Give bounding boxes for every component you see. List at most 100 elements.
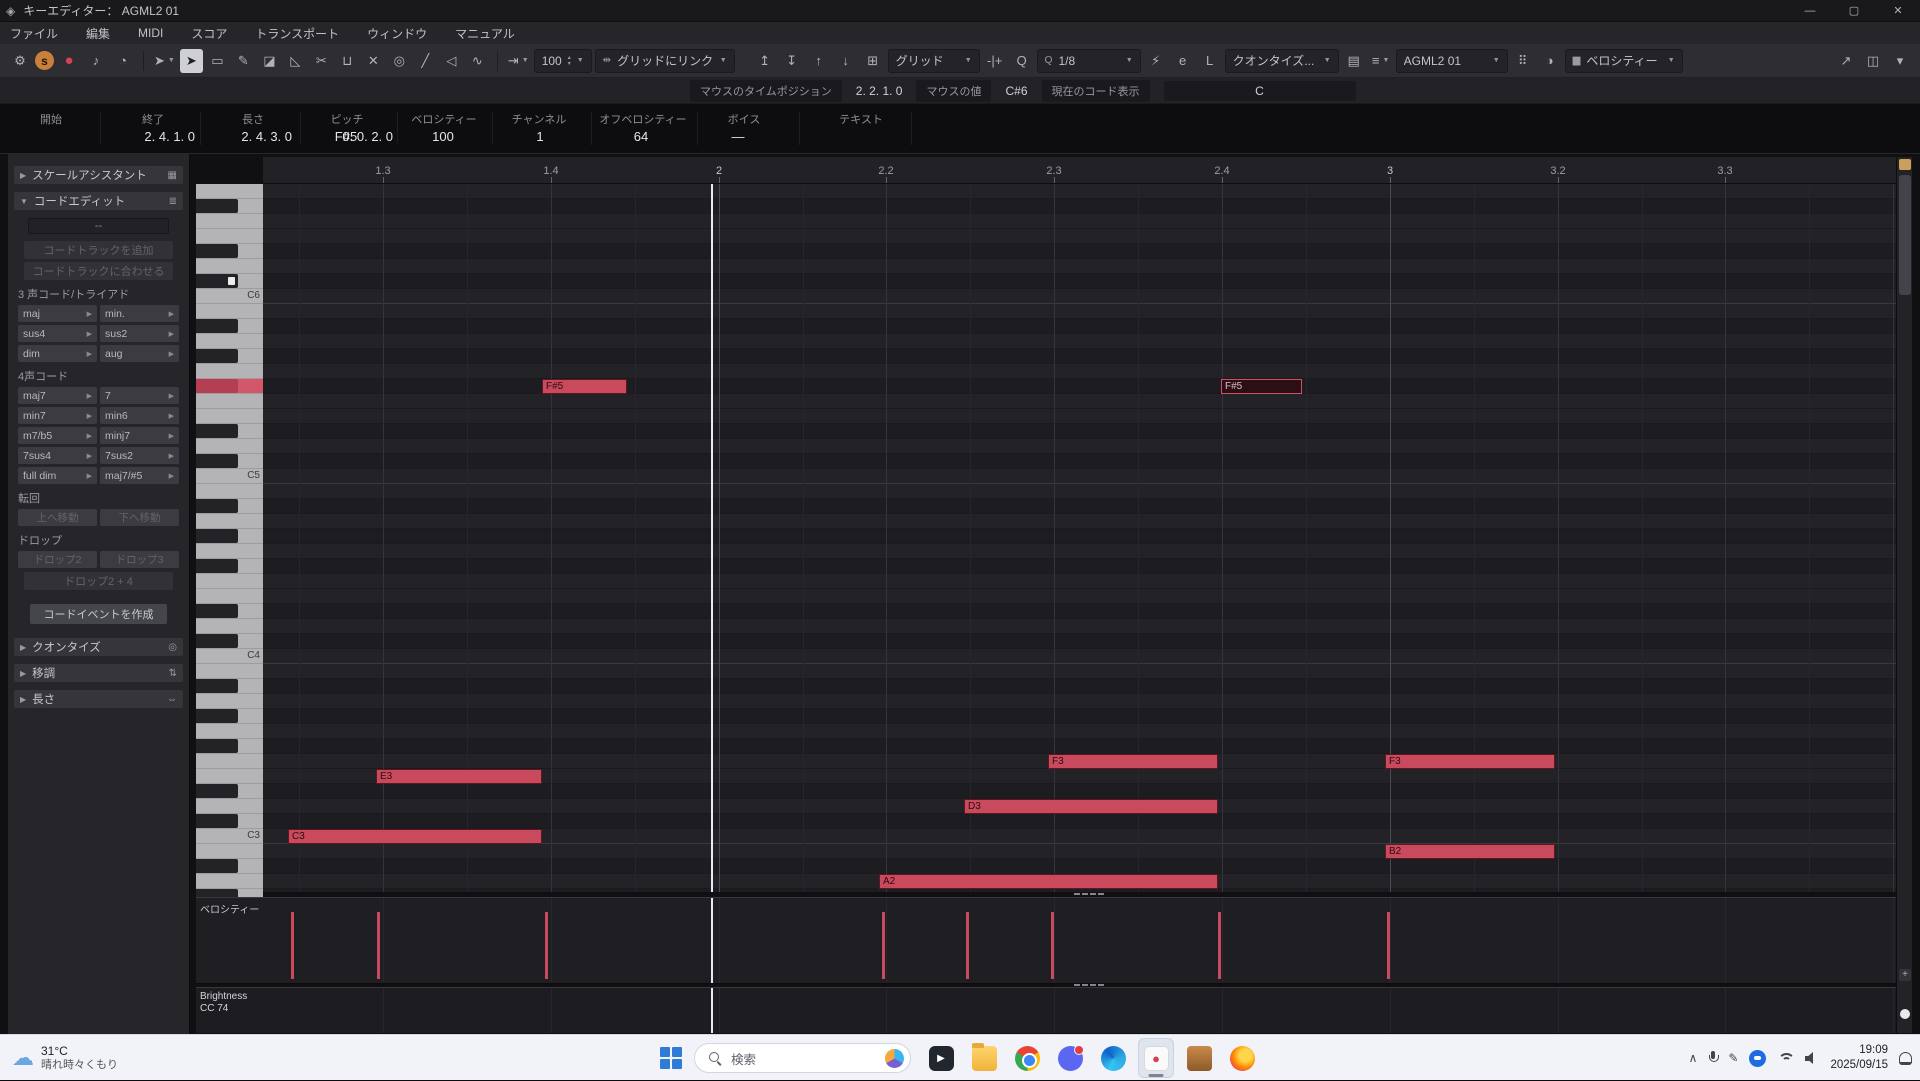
drop-button-0[interactable]: ドロップ2 bbox=[18, 551, 97, 568]
quantize-magnet-icon[interactable]: Q bbox=[1010, 49, 1034, 73]
taskbar-search[interactable]: 検索 bbox=[694, 1043, 911, 1073]
indicate-transpositions-icon[interactable]: ↗ bbox=[1834, 49, 1858, 73]
info-velocity-value[interactable]: 100 bbox=[432, 129, 454, 144]
hidden-icons-chevron[interactable]: ∧ bbox=[1689, 1051, 1698, 1065]
piano-key-c6[interactable]: C6 bbox=[196, 289, 263, 304]
tool-collapse-button[interactable]: ➤▼ bbox=[152, 49, 177, 73]
piano-key-e5[interactable] bbox=[196, 409, 263, 424]
solo-editor-button[interactable]: s bbox=[35, 51, 54, 70]
four-note-button-8[interactable]: full dim▶ bbox=[18, 467, 97, 484]
length-quantize-dropdown-caret[interactable]: ▼ bbox=[1324, 57, 1331, 64]
menu-window[interactable]: ウィンドウ bbox=[367, 25, 427, 42]
four-note-button-6[interactable]: 7sus4▶ bbox=[18, 447, 97, 464]
auto-select-controllers-icon[interactable]: ◔ bbox=[111, 49, 135, 73]
inversion-button-1[interactable]: 下へ移動 bbox=[100, 509, 179, 526]
piano-key-g5[interactable] bbox=[196, 364, 263, 379]
edit-active-part-icon-caret[interactable]: ▼ bbox=[1383, 57, 1390, 64]
erase-tool[interactable]: ◪ bbox=[258, 49, 281, 73]
info-off-velocity-value[interactable]: 64 bbox=[634, 129, 648, 144]
velocity-bar[interactable] bbox=[377, 912, 380, 979]
midi-note-c3[interactable]: C3 bbox=[288, 829, 542, 844]
piano-key-a5[interactable] bbox=[196, 334, 263, 349]
playback-tool[interactable]: ◁ bbox=[440, 49, 463, 73]
piano-key-c4[interactable]: C4 bbox=[196, 649, 263, 664]
autoscroll-icon[interactable]: ⇥▼ bbox=[506, 49, 531, 73]
menu-score[interactable]: スコア bbox=[191, 25, 227, 42]
info-pitch-value[interactable]: F#5 bbox=[335, 129, 357, 144]
move-up-button[interactable]: ↥ bbox=[753, 49, 777, 73]
grid-link-dropdown-caret[interactable]: ▼ bbox=[720, 57, 727, 64]
menu-file[interactable]: ファイル bbox=[10, 25, 58, 42]
piano-key-a2[interactable] bbox=[196, 874, 263, 889]
piano-key-d5[interactable] bbox=[196, 439, 263, 454]
event-colors-dropdown-caret[interactable]: ▼ bbox=[1668, 57, 1675, 64]
piano-key-gs5[interactable] bbox=[196, 349, 263, 364]
info-voice-value[interactable]: — bbox=[732, 129, 745, 144]
show-part-borders-icon[interactable]: ▤ bbox=[1342, 49, 1366, 73]
midi-note-f3[interactable]: F3 bbox=[1385, 754, 1555, 769]
piano-key-g6[interactable] bbox=[196, 184, 263, 199]
vertical-zoom-button[interactable]: + bbox=[1899, 969, 1911, 981]
midi-note-a2[interactable]: A2 bbox=[879, 874, 1218, 889]
piano-key-f3[interactable] bbox=[196, 754, 263, 769]
piano-key-gs3[interactable] bbox=[196, 709, 263, 724]
triad-button-0[interactable]: maj▶ bbox=[18, 305, 97, 322]
velocity-bar[interactable] bbox=[545, 912, 548, 979]
taskbar-app-file-explorer[interactable] bbox=[966, 1038, 1002, 1078]
taskbar-app-edge[interactable] bbox=[1095, 1038, 1131, 1078]
trim-tool[interactable]: ◺ bbox=[284, 49, 307, 73]
menu-transport[interactable]: トランスポート bbox=[255, 25, 339, 42]
autoscroll-icon-caret[interactable]: ▼ bbox=[522, 57, 529, 64]
glue-tool[interactable]: ⊔ bbox=[336, 49, 359, 73]
midi-note-b2[interactable]: B2 bbox=[1385, 844, 1555, 859]
mute-tool[interactable]: ✕ bbox=[362, 49, 385, 73]
transpose-down-button[interactable]: ↓ bbox=[834, 49, 858, 73]
insert-velocity-spinner[interactable]: 100▴▾▼ bbox=[534, 49, 592, 73]
maximize-button[interactable]: ▢ bbox=[1832, 0, 1876, 22]
piano-key-fs4[interactable] bbox=[196, 559, 263, 574]
part-select-dropdown-caret[interactable]: ▼ bbox=[1493, 57, 1500, 64]
piano-key-fs6[interactable] bbox=[196, 199, 263, 214]
step-input-icon[interactable]: ⠿ bbox=[1511, 49, 1535, 73]
section-length[interactable]: ▶ 長さ ⇔ bbox=[14, 690, 183, 708]
velocity-bar[interactable] bbox=[1051, 912, 1054, 979]
split-tool[interactable]: ✂ bbox=[310, 49, 333, 73]
piano-key-f6[interactable] bbox=[196, 214, 263, 229]
velocity-bar[interactable] bbox=[1387, 912, 1390, 979]
network-icon[interactable] bbox=[1777, 1052, 1794, 1064]
iterative-quantize-icon[interactable]: ⚡ bbox=[1144, 49, 1168, 73]
record-midi-button[interactable]: ● bbox=[57, 49, 81, 73]
piano-key-f5[interactable] bbox=[196, 394, 263, 409]
zoom-tool[interactable]: ◎ bbox=[388, 49, 411, 73]
scrollbar-thumb[interactable] bbox=[1899, 175, 1911, 295]
grid-type-dropdown-caret[interactable]: ▼ bbox=[965, 57, 972, 64]
piano-key-fs3[interactable] bbox=[196, 739, 263, 754]
taskbar-app-package[interactable] bbox=[1181, 1038, 1217, 1078]
insert-velocity-spinner-arrows[interactable]: ▴▾ bbox=[568, 55, 571, 67]
piano-key-e6[interactable] bbox=[196, 229, 263, 244]
taskbar-app-cubase[interactable]: ● bbox=[1138, 1038, 1174, 1078]
piano-key-as5[interactable] bbox=[196, 319, 263, 334]
setup-window-layout-icon[interactable]: ▾ bbox=[1888, 49, 1912, 73]
four-note-button-9[interactable]: maj7/#5▶ bbox=[100, 467, 179, 484]
taskbar-clock[interactable]: 19:09 2025/09/15 bbox=[1830, 1043, 1888, 1073]
velocity-lane[interactable]: ベロシティー bbox=[196, 897, 1896, 984]
midi-note-e3[interactable]: E3 bbox=[376, 769, 542, 784]
drop-button-1[interactable]: ドロップ3 bbox=[100, 551, 179, 568]
add-chord-track-button[interactable]: コードトラックを追加 bbox=[24, 241, 173, 259]
piano-key-a4[interactable] bbox=[196, 514, 263, 529]
info-start-value[interactable]: 2. 4. 1. 0 bbox=[144, 129, 195, 144]
object-selection-tool[interactable]: ➤ bbox=[180, 49, 203, 73]
cc-lane[interactable]: Brightness CC 74 bbox=[196, 987, 1896, 1033]
insert-velocity-spinner-caret[interactable]: ▼ bbox=[577, 57, 584, 64]
triad-button-1[interactable]: min.▶ bbox=[100, 305, 179, 322]
nudge-length-icon[interactable]: -|+ bbox=[983, 49, 1007, 73]
piano-key-b4[interactable] bbox=[196, 484, 263, 499]
piano-key-cs3[interactable] bbox=[196, 814, 263, 829]
piano-key-f4[interactable] bbox=[196, 574, 263, 589]
piano-key-as4[interactable] bbox=[196, 499, 263, 514]
piano-key-ds5[interactable] bbox=[196, 424, 263, 439]
piano-key-gs4[interactable] bbox=[196, 529, 263, 544]
length-quantize-icon[interactable]: L bbox=[1198, 49, 1222, 73]
piano-key-ds6[interactable] bbox=[196, 244, 263, 259]
